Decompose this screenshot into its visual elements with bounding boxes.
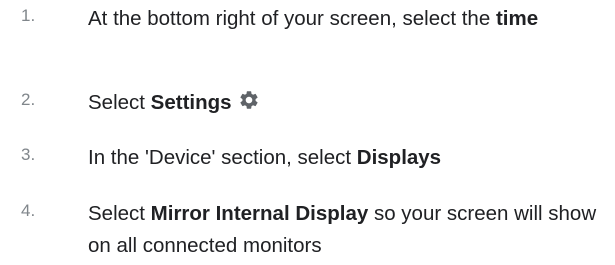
step-text-bold-settings: Settings (150, 91, 232, 114)
step-number: 1. (21, 6, 36, 25)
gear-icon (238, 89, 260, 111)
step-text-part: Select (88, 91, 151, 114)
step-text: In the 'Device' section, select Displays (88, 142, 598, 174)
step-text-part: In the 'Device' section, select (88, 146, 357, 169)
step-text-bold-mirror-internal-display: Mirror Internal Display (150, 202, 369, 225)
step-number: 3. (21, 145, 36, 164)
step-number: 4. (21, 201, 36, 220)
step-text-part: Select (88, 202, 151, 225)
step-text-bold-displays: Displays (356, 146, 442, 169)
step-text: Select Mirror Internal Display so your s… (88, 198, 598, 262)
step-text: Select Settings (88, 87, 598, 119)
step-number: 2. (21, 90, 36, 109)
step-text: At the bottom right of your screen, sele… (88, 3, 598, 35)
step-text-bold-time: time (495, 7, 539, 30)
step-text-part: At the bottom right of your screen, sele… (88, 7, 496, 30)
